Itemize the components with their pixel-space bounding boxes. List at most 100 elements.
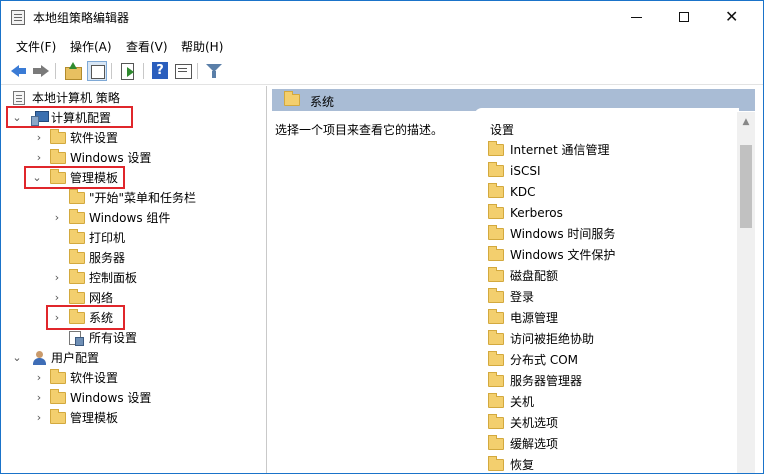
tree-item-servers[interactable]: 服务器: [1, 248, 261, 268]
tree-item-uc-software[interactable]: › 软件设置: [1, 368, 261, 388]
folder-icon: [488, 267, 504, 282]
tree-item-system[interactable]: › 系统: [1, 308, 261, 328]
tree-item-label: 所有设置: [89, 331, 138, 345]
toolbar-separator: [55, 63, 56, 79]
toolbar-separator: [111, 63, 112, 79]
chevron-right-icon[interactable]: ›: [33, 388, 45, 408]
tree-item-all-settings[interactable]: 所有设置: [1, 328, 261, 348]
folder-icon: [69, 229, 85, 244]
folder-icon: [69, 269, 85, 284]
list-item-label: 分布式 COM: [510, 353, 578, 367]
minimize-button[interactable]: [613, 1, 659, 33]
folder-icon: [488, 183, 504, 198]
folder-icon: [50, 409, 66, 424]
folder-icon: [488, 330, 504, 345]
folder-icon: [284, 91, 300, 106]
user-icon: [31, 351, 48, 366]
minimize-icon: [631, 17, 642, 18]
folder-icon: [488, 456, 504, 471]
scroll-thumb[interactable]: [740, 145, 752, 228]
toolbar: [1, 57, 763, 85]
tree-item-label: Windows 设置: [70, 151, 152, 165]
tree-item-label: "开始"菜单和任务栏: [89, 191, 197, 205]
tree-item-root[interactable]: 本地计算机 策略: [1, 88, 261, 108]
chevron-right-icon[interactable]: ›: [51, 208, 63, 228]
menu-action[interactable]: 操作(A): [70, 38, 112, 55]
description-text: 选择一个项目来查看它的描述。: [275, 123, 444, 137]
folder-icon: [488, 204, 504, 219]
details-pane: 系统 选择一个项目来查看它的描述。 设置 Internet 通信管理 iSCSI…: [270, 86, 763, 473]
tree-item-cc-software[interactable]: › 软件设置: [1, 128, 261, 148]
highlight-box-admin-templates: [24, 166, 125, 189]
help-icon[interactable]: [150, 61, 170, 81]
vertical-scrollbar[interactable]: ▲: [737, 112, 755, 473]
tree-item-user-config[interactable]: ⌄ 用户配置: [1, 348, 261, 368]
tree-item-control-panel[interactable]: › 控制面板: [1, 268, 261, 288]
tree-item-label: Windows 设置: [70, 391, 152, 405]
tree-item-label: 打印机: [89, 231, 126, 245]
tree-pane: 本地计算机 策略 ⌄ 计算机配置 › 软件设置 › Windows 设置 ⌄ 管…: [1, 86, 267, 473]
chevron-down-icon[interactable]: ⌄: [11, 348, 23, 368]
list-item-label: Windows 文件保护: [510, 248, 616, 262]
tree-item-label: Windows 组件: [89, 211, 171, 225]
properties-icon[interactable]: [173, 61, 193, 81]
toolbar-separator: [197, 63, 198, 79]
tree-item-label: 本地计算机 策略: [32, 91, 120, 105]
folder-icon: [488, 393, 504, 408]
folder-icon: [488, 414, 504, 429]
show-tree-icon[interactable]: [87, 61, 107, 81]
menu-bar: 文件(F) 操作(A) 查看(V) 帮助(H): [1, 34, 763, 56]
toolbar-separator: [143, 63, 144, 79]
tree-item-network[interactable]: › 网络: [1, 288, 261, 308]
tree-item-printers[interactable]: 打印机: [1, 228, 261, 248]
filter-icon[interactable]: [204, 61, 224, 81]
gpedit-window: 本地组策略编辑器 ✕ 文件(F) 操作(A) 查看(V) 帮助(H) 本地计算机…: [0, 0, 764, 474]
folder-icon: [488, 141, 504, 156]
highlight-box-computer-config: [6, 106, 133, 128]
close-button[interactable]: ✕: [709, 1, 755, 33]
folder-icon: [50, 129, 66, 144]
title-bar: 本地组策略编辑器 ✕: [1, 1, 763, 33]
chevron-right-icon[interactable]: ›: [33, 408, 45, 428]
menu-view[interactable]: 查看(V): [126, 38, 168, 55]
menu-help[interactable]: 帮助(H): [181, 38, 223, 55]
folder-icon: [488, 225, 504, 240]
chevron-right-icon[interactable]: ›: [33, 148, 45, 168]
tree-item-cc-windows[interactable]: › Windows 设置: [1, 148, 261, 168]
chevron-right-icon[interactable]: ›: [33, 368, 45, 388]
folder-icon: [50, 389, 66, 404]
menu-file[interactable]: 文件(F): [16, 38, 56, 55]
tree-item-uc-windows[interactable]: › Windows 设置: [1, 388, 261, 408]
tree-item-start-menu[interactable]: "开始"菜单和任务栏: [1, 188, 261, 208]
window-title: 本地组策略编辑器: [33, 11, 130, 25]
folder-icon: [488, 372, 504, 387]
tree-item-uc-admin-templates[interactable]: › 管理模板: [1, 408, 261, 428]
export-list-icon[interactable]: [118, 61, 138, 81]
list-item-label: 关机选项: [510, 416, 559, 430]
chevron-right-icon[interactable]: ›: [33, 128, 45, 148]
up-folder-icon[interactable]: [63, 61, 83, 81]
scroll-up-icon[interactable]: ▲: [740, 117, 752, 127]
tree-item-label: 控制面板: [89, 271, 138, 285]
folder-icon: [69, 249, 85, 264]
maximize-button[interactable]: [661, 1, 707, 33]
back-arrow-icon[interactable]: [9, 61, 29, 81]
list-item-label: 电源管理: [510, 311, 559, 325]
list-item-label: Kerberos: [510, 206, 563, 220]
tree-item-label: 用户配置: [51, 351, 100, 365]
close-icon: ✕: [725, 7, 739, 26]
folder-icon: [488, 162, 504, 177]
folder-icon: [488, 351, 504, 366]
maximize-icon: [679, 12, 689, 22]
chevron-right-icon[interactable]: ›: [51, 268, 63, 288]
tree-item-label: 软件设置: [70, 371, 119, 385]
list-item-label: 恢复: [510, 458, 535, 472]
highlight-box-system: [46, 305, 125, 330]
forward-arrow-icon[interactable]: [31, 61, 51, 81]
tree-item-windows-components[interactable]: › Windows 组件: [1, 208, 261, 228]
list-item-label: 访问被拒绝协助: [510, 332, 595, 346]
settings-column-header[interactable]: 设置: [490, 121, 514, 138]
gpedit-app-icon: [11, 10, 25, 25]
folder-icon: [488, 309, 504, 324]
folder-icon: [69, 289, 85, 304]
